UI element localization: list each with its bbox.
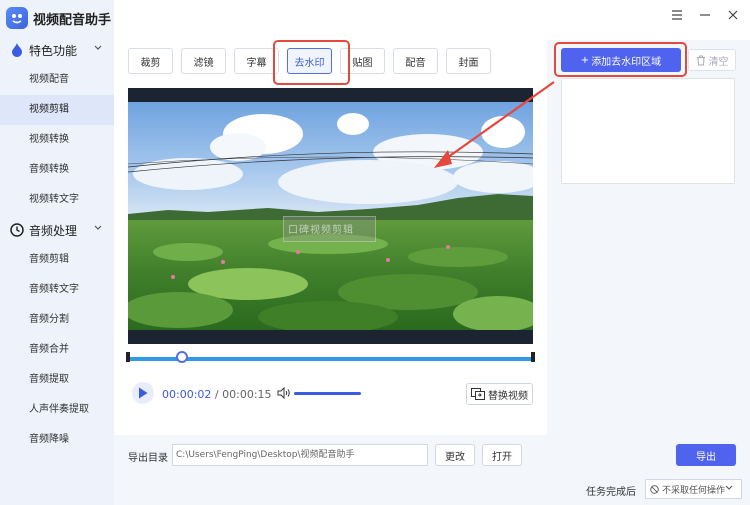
after-task-label: 任务完成后 bbox=[586, 487, 636, 498]
app-logo-icon bbox=[6, 7, 28, 29]
sidebar-item-audio-split[interactable]: 音频分割 bbox=[0, 305, 114, 335]
sidebar-item-video-convert[interactable]: 视频转换 bbox=[0, 125, 114, 155]
watermark-text: 口碑视频剪辑 bbox=[288, 225, 354, 236]
group-label: 音频处理 bbox=[29, 223, 78, 238]
play-button[interactable] bbox=[132, 382, 154, 404]
sidebar-item-video-edit[interactable]: 视频剪辑 bbox=[0, 95, 114, 125]
main-panel: 裁剪 滤镜 字幕 去水印 贴图 配音 封面 口碑视频剪辑 00:00:02 / … bbox=[114, 0, 750, 505]
group-label: 特色功能 bbox=[29, 43, 78, 58]
output-path-field[interactable]: C:\Users\FengPing\Desktop\视频配音助手 bbox=[172, 444, 428, 466]
current-time: 00:00:02 bbox=[162, 388, 212, 401]
edit-tabs: 裁剪 滤镜 字幕 去水印 贴图 配音 封面 bbox=[128, 48, 499, 74]
total-time: 00:00:15 bbox=[222, 388, 272, 401]
group-special-features[interactable]: 特色功能 bbox=[0, 37, 114, 63]
change-dir-button[interactable]: 更改 bbox=[435, 444, 475, 466]
play-icon bbox=[139, 387, 148, 399]
replace-video-button[interactable]: 替换视频 bbox=[466, 383, 533, 405]
clear-button[interactable]: 清空 bbox=[688, 49, 736, 71]
output-dir-label: 导出目录 bbox=[128, 453, 168, 464]
tab-subtitle[interactable]: 字幕 bbox=[234, 48, 279, 74]
sidebar-item-audio-convert[interactable]: 音频转换 bbox=[0, 155, 114, 185]
after-task-value: 不采取任何操作 bbox=[662, 485, 726, 496]
app-title: 视频配音助手 bbox=[33, 12, 112, 28]
tab-cover[interactable]: 封面 bbox=[446, 48, 491, 74]
trash-icon bbox=[696, 55, 705, 65]
export-button[interactable]: 导出 bbox=[676, 444, 736, 466]
after-task-select[interactable]: 不采取任何操作 bbox=[645, 479, 742, 499]
window-controls bbox=[670, 8, 740, 22]
chevron-down-icon bbox=[94, 225, 102, 230]
replace-video-icon bbox=[471, 388, 485, 400]
volume-slider[interactable] bbox=[294, 392, 361, 395]
video-preview[interactable]: 口碑视频剪辑 bbox=[128, 88, 533, 344]
time-separator: / bbox=[214, 388, 219, 401]
timeline-track[interactable] bbox=[126, 351, 535, 363]
group-audio-processing[interactable]: 音频处理 bbox=[0, 217, 114, 243]
chevron-down-icon bbox=[94, 45, 102, 50]
clear-label: 清空 bbox=[708, 56, 729, 68]
tab-dubbing[interactable]: 配音 bbox=[393, 48, 438, 74]
sidebar-item-video-dubbing[interactable]: 视频配音 bbox=[0, 65, 114, 95]
tab-crop[interactable]: 裁剪 bbox=[128, 48, 173, 74]
volume-icon[interactable] bbox=[277, 387, 291, 399]
time-display: 00:00:02 / 00:00:15 bbox=[162, 388, 272, 401]
no-action-icon bbox=[650, 484, 659, 494]
sidebar-item-audio-merge[interactable]: 音频合并 bbox=[0, 335, 114, 365]
sidebar-item-audio-to-text[interactable]: 音频转文字 bbox=[0, 275, 114, 305]
timeline-end-handle[interactable] bbox=[531, 352, 535, 362]
replace-video-label: 替换视频 bbox=[488, 390, 528, 402]
close-icon[interactable] bbox=[726, 8, 740, 22]
tab-remove-watermark[interactable]: 去水印 bbox=[287, 48, 332, 74]
video-frame: 口碑视频剪辑 bbox=[128, 102, 533, 330]
minimize-icon[interactable] bbox=[698, 8, 712, 22]
tab-filter[interactable]: 滤镜 bbox=[181, 48, 226, 74]
add-watermark-region-label: 添加去水印区域 bbox=[591, 56, 662, 68]
chevron-down-icon bbox=[725, 485, 733, 490]
plus-icon: + bbox=[580, 54, 590, 66]
menu-icon[interactable] bbox=[670, 8, 684, 22]
app-header: 视频配音助手 bbox=[6, 7, 111, 29]
flame-icon bbox=[10, 43, 24, 57]
sidebar-item-vocal-separation[interactable]: 人声伴奏提取 bbox=[0, 395, 114, 425]
tab-sticker[interactable]: 贴图 bbox=[340, 48, 385, 74]
sidebar: 视频配音助手 特色功能 视频配音 视频剪辑 视频转换 音频转换 视频转文字 音频… bbox=[0, 0, 114, 505]
sidebar-item-audio-extract[interactable]: 音频提取 bbox=[0, 365, 114, 395]
sidebar-item-audio-denoise[interactable]: 音频降噪 bbox=[0, 425, 114, 455]
add-watermark-region-button[interactable]: + 添加去水印区域 bbox=[561, 48, 681, 72]
sidebar-item-video-to-text[interactable]: 视频转文字 bbox=[0, 185, 114, 215]
clock-icon bbox=[10, 223, 24, 237]
timeline-start-handle[interactable] bbox=[126, 352, 130, 362]
open-dir-button[interactable]: 打开 bbox=[482, 444, 522, 466]
timeline-playhead[interactable] bbox=[175, 351, 188, 363]
sidebar-item-audio-cut[interactable]: 音频剪辑 bbox=[0, 245, 114, 275]
watermark-region-list[interactable] bbox=[561, 78, 735, 184]
